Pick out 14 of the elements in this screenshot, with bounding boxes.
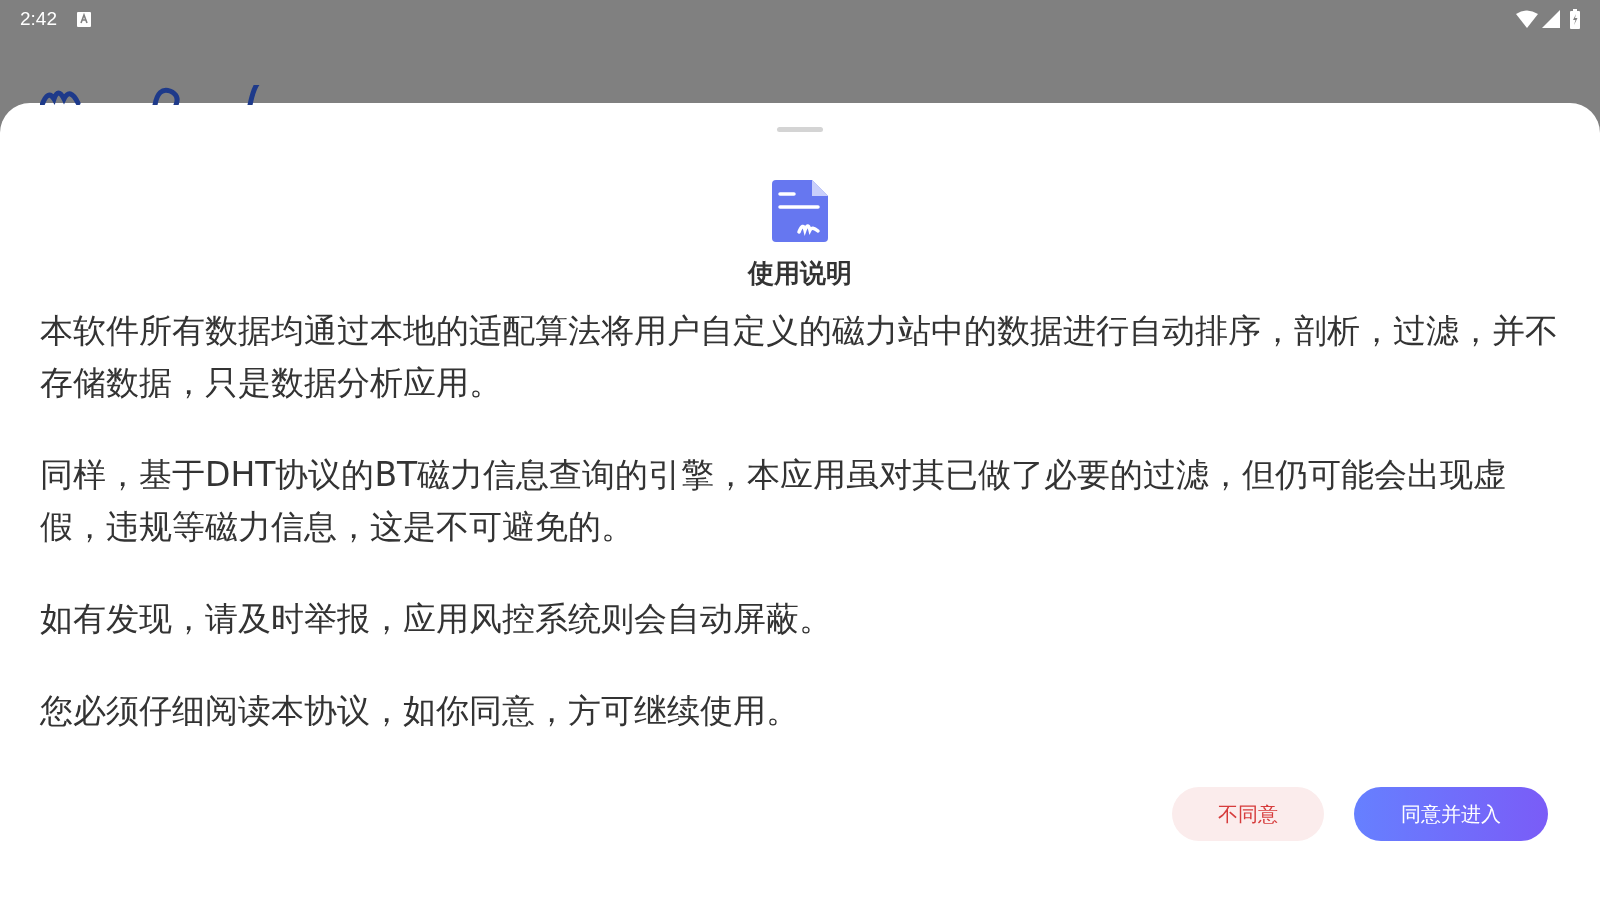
decline-button[interactable]: 不同意 [1172,787,1324,841]
keyboard-icon [77,11,91,27]
battery-icon [1570,9,1580,29]
notice-paragraph: 您必须仔细阅读本协议，如你同意，方可继续使用。 [40,690,800,732]
status-time: 2:42 [20,8,57,30]
signal-icon [1542,10,1560,28]
dialog-title: 使用说明 [748,257,852,290]
notice-paragraph: 本软件所有数据均通过本地的适配算法将用户自定义的磁力站中的数据进行自动排序，剖析，过滤，并不存储数据，只是数据分析应用。 [40,310,1559,404]
notice-paragraph: 同样，基于DHT协议的BT磁力信息查询的引擎，本应用虽对其已做了必要的过滤，但仍可能会出现虚假，违规等磁力信息，这是不可避免的。 [40,454,1508,548]
wifi-icon [1516,10,1538,28]
document-icon [772,180,828,242]
accept-button[interactable]: 同意并进入 [1354,787,1548,841]
notice-paragraph: 如有发现，请及时举报，应用风控系统则会自动屏蔽。 [40,598,833,640]
drag-handle[interactable] [777,127,823,132]
